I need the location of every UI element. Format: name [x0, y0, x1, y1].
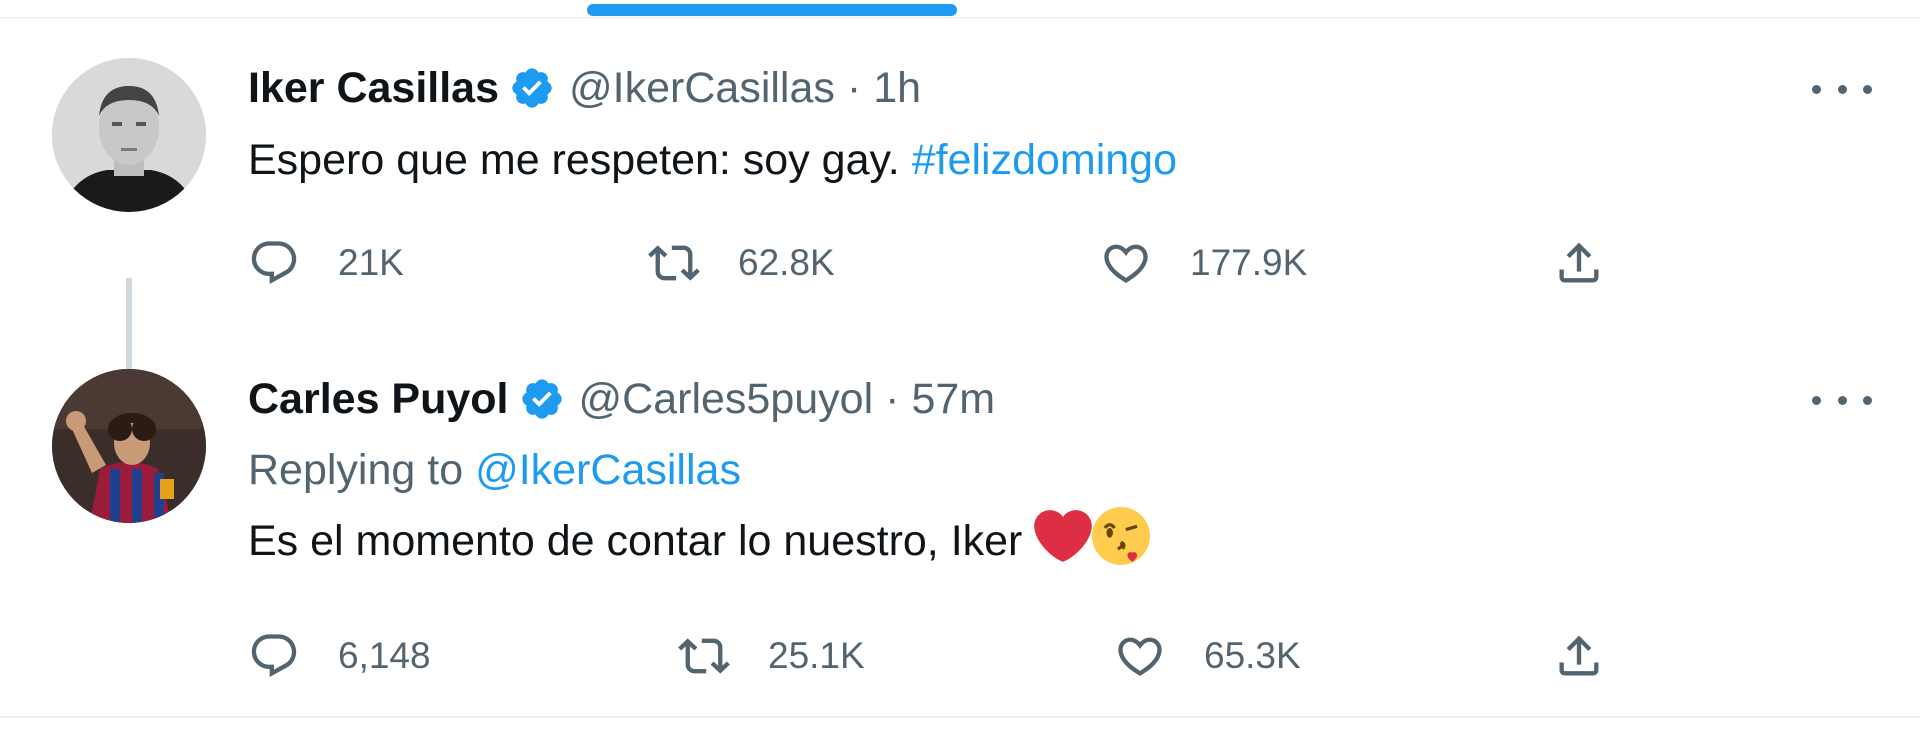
more-dot-icon: [1837, 84, 1847, 94]
more-dot-icon: [1812, 84, 1821, 94]
user-handle[interactable]: @Carles5puyol: [579, 375, 874, 424]
like-button[interactable]: 177.9K: [1100, 228, 1307, 298]
separator-dot: ·: [846, 63, 862, 112]
timestamp[interactable]: 1h: [873, 64, 921, 113]
tweet-header: Iker Casillas @IkerCasillas · 1h: [248, 52, 1628, 124]
retweet-button[interactable]: 62.8K: [648, 228, 835, 298]
reply-count: 6,148: [338, 635, 431, 676]
verified-badge-icon: [509, 65, 555, 111]
timestamp[interactable]: 57m: [911, 375, 995, 424]
display-name[interactable]: Carles Puyol: [248, 375, 509, 424]
tweet-content: Iker Casillas @IkerCasillas · 1h Espero …: [248, 52, 1628, 196]
replying-to-prefix: Replying to: [248, 446, 476, 494]
tweet-text: Es el momento de contar lo nuestro, Iker: [248, 505, 1628, 577]
tweet-thread-page: Iker Casillas @IkerCasillas · 1h Espero …: [0, 0, 1920, 740]
retweet-count: 62.8K: [738, 242, 835, 283]
bottom-divider: [0, 716, 1920, 718]
share-button[interactable]: [1553, 621, 1605, 691]
red-heart-icon: [1034, 510, 1093, 562]
like-button[interactable]: 65.3K: [1114, 621, 1301, 691]
retweet-button[interactable]: 25.1K: [678, 621, 865, 691]
user-handle[interactable]: @IkerCasillas: [569, 64, 835, 113]
reply-count: 21K: [338, 242, 404, 283]
heart-outline-icon: [1104, 244, 1148, 283]
more-dot-icon: [1863, 395, 1872, 405]
more-dot-icon: [1863, 84, 1872, 94]
share-icon: [1559, 635, 1599, 676]
heart-outline-icon: [1118, 637, 1162, 676]
more-dot-icon: [1812, 395, 1821, 405]
tweet-text-body: Espero que me respeten: soy gay.: [248, 136, 912, 184]
retweet-count: 25.1K: [768, 635, 865, 676]
separator-dot: ·: [885, 374, 900, 423]
reply-button[interactable]: 21K: [248, 228, 404, 298]
avatar[interactable]: [52, 369, 206, 523]
retweet-icon: [648, 245, 700, 281]
more-options-button[interactable]: [1812, 74, 1872, 104]
more-dot-icon: [1837, 395, 1847, 405]
display-name[interactable]: Iker Casillas: [248, 64, 499, 113]
reply-icon: [251, 634, 297, 678]
reply-icon: [251, 241, 297, 285]
like-count: 177.9K: [1190, 242, 1308, 283]
hashtag-link[interactable]: #felizdomingo: [912, 136, 1177, 184]
avatar[interactable]: [52, 58, 206, 212]
top-divider: [0, 17, 1920, 19]
tweet-header: Carles Puyol @Carles5puyol · 57m: [248, 363, 1628, 435]
face-blowing-kiss-icon: [1092, 507, 1151, 565]
like-count: 65.3K: [1204, 635, 1301, 676]
tweet-text-body: Es el momento de contar lo nuestro, Iker: [248, 517, 1035, 565]
more-options-button[interactable]: [1812, 385, 1872, 415]
football-player-avatar-icon: [52, 369, 206, 523]
retweet-icon: [678, 638, 730, 674]
tweet-text: Espero que me respeten: soy gay. #felizd…: [248, 124, 1628, 196]
share-icon: [1559, 242, 1599, 283]
verified-badge-icon: [519, 376, 565, 422]
reply-button[interactable]: 6,148: [248, 621, 431, 691]
replying-to-link[interactable]: @IkerCasillas: [475, 446, 741, 494]
active-tab-indicator: [587, 4, 957, 16]
share-button[interactable]: [1553, 228, 1605, 298]
replying-to-line: Replying to @IkerCasillas: [248, 435, 1628, 505]
tweet-actions: 21K 62.8K 177.9K: [248, 228, 1648, 298]
tweet-content: Carles Puyol @Carles5puyol · 57m Replyin…: [248, 363, 1628, 577]
portrait-bw-avatar-icon: [52, 58, 206, 212]
tweet-actions: 6,148 25.1K 65.3K: [248, 621, 1648, 691]
